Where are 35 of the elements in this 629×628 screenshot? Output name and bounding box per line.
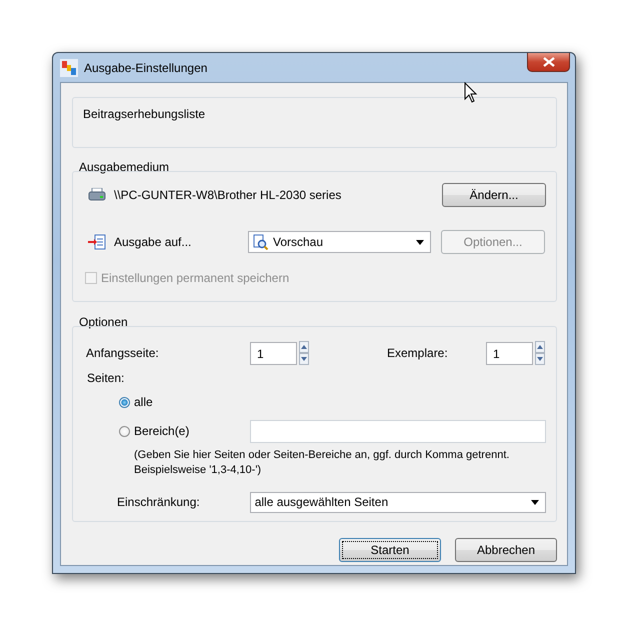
restriction-dropdown[interactable]: alle ausgewählten Seiten: [250, 492, 546, 512]
group-label: Ausgabemedium: [79, 160, 170, 175]
start-button[interactable]: Starten: [339, 538, 441, 562]
change-button[interactable]: Ändern...: [442, 183, 546, 207]
radio-button[interactable]: [119, 426, 130, 436]
printer-icon: [88, 188, 106, 202]
range-field[interactable]: [250, 420, 546, 442]
radio-label: Bereich(e): [134, 424, 190, 438]
report-name: Beitragserhebungsliste: [83, 107, 206, 121]
copies-label: Exemplare:: [387, 346, 449, 360]
start-page-field[interactable]: 1: [250, 342, 297, 364]
checkbox-label: Einstellungen permanent speichern: [101, 271, 290, 285]
group-label: Optionen: [79, 315, 129, 330]
document-arrow-icon: [88, 234, 106, 250]
hint-text: (Geben Sie hier Seiten oder Seiten-Bereiche an, ggf. durch Komma getrennt. Beispielsweise '1,3-4,10-'): [134, 448, 510, 478]
pages-label: Seiten:: [87, 371, 126, 386]
start-page-label: Anfangsseite:: [86, 346, 160, 360]
radio-button[interactable]: [119, 396, 130, 408]
copies-field[interactable]: 1: [486, 342, 533, 364]
output-dropdown[interactable]: Vorschau: [248, 231, 431, 253]
restriction-label: Einschränkung:: [117, 495, 201, 509]
radio-label: alle: [134, 395, 154, 409]
app-icon: [60, 58, 78, 76]
cancel-button[interactable]: Abbrechen: [455, 538, 557, 562]
close-icon: [542, 57, 554, 67]
cursor-icon: [464, 82, 478, 104]
spin-buttons-icon[interactable]: [299, 341, 309, 365]
preview-icon: [253, 234, 269, 250]
dropdown-arrow-icon: [416, 240, 424, 244]
output-to-label: Ausgabe auf...: [114, 235, 192, 249]
spin-buttons-icon[interactable]: [535, 341, 545, 365]
printer-name: \\PC-GUNTER-W8\Brother HL-2030 series: [114, 188, 342, 202]
dropdown-arrow-icon: [531, 500, 539, 504]
close-button[interactable]: [527, 53, 570, 72]
window-title: Ausgabe-Einstellungen: [84, 60, 208, 74]
